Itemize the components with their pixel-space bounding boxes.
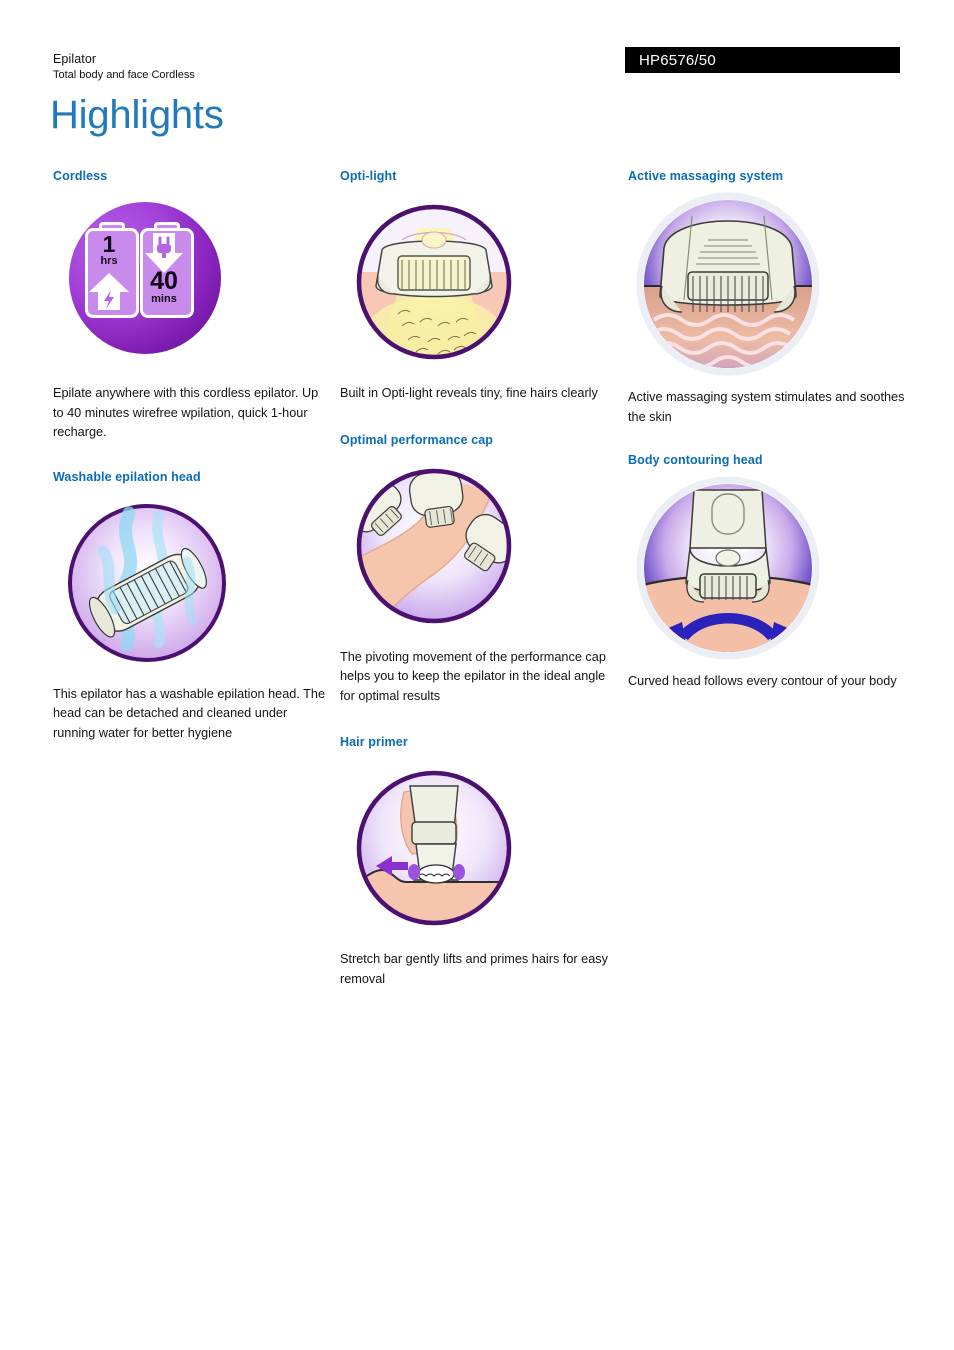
product-category: Epilator xyxy=(53,52,97,66)
product-subtitle: Total body and face Cordless xyxy=(53,69,195,81)
page-title: Highlights xyxy=(50,93,224,137)
charge-unit: hrs xyxy=(100,255,118,267)
section-heading: Active massaging system xyxy=(628,169,784,183)
section-body: The pivoting movement of the performance… xyxy=(340,649,606,703)
section-active-massaging-system: Active massaging system Active massaging… xyxy=(628,168,910,427)
performance-cap-art xyxy=(356,468,512,623)
section-opti-light: Opti-light Built in Opti-light reveals t… xyxy=(340,168,618,404)
section-body: This epilator has a washable epilation h… xyxy=(53,686,326,740)
pivoting-cap-on-leg-icon xyxy=(342,454,526,638)
section-washable-epilation-head: Washable epilation head This epilator ha… xyxy=(53,469,331,744)
massaging-waves-on-skin-icon xyxy=(630,190,830,378)
section-heading: Hair primer xyxy=(340,735,408,749)
contouring-head-arrow-icon xyxy=(630,474,830,662)
section-body: Epilate anywhere with this cordless epil… xyxy=(53,386,319,439)
cordless-battery-icon: 1 hrs 40 mins xyxy=(55,190,239,374)
header-left: Epilator Total body and face Cordless xyxy=(53,52,195,82)
section-heading: Optimal performance cap xyxy=(340,432,494,447)
runtime-unit: mins xyxy=(151,293,177,305)
massaging-art xyxy=(636,192,820,376)
product-code: HP6576/50 xyxy=(639,51,716,69)
section-heading: Body contouring head xyxy=(628,453,763,467)
section-body: Active massaging system stimulates and s… xyxy=(628,390,905,424)
epilation-head-under-water-icon xyxy=(55,491,239,675)
product-code-bar: HP6576/50 xyxy=(625,47,900,73)
section-body: Stretch bar gently lifts and primes hair… xyxy=(340,952,608,986)
contouring-art xyxy=(636,476,820,660)
section-body-contouring-head: Body contouring head Curved head follows… xyxy=(628,452,910,692)
stretch-bar-on-skin-icon xyxy=(342,756,526,940)
hair-primer-art xyxy=(356,770,512,926)
runtime-value: 40 xyxy=(150,267,178,295)
opti-light-beam-on-skin-icon xyxy=(342,190,526,374)
washable-head-art xyxy=(68,503,226,662)
datasheet-page: Epilator Total body and face Cordless HP… xyxy=(0,0,954,1350)
opti-light-art xyxy=(356,204,512,360)
column-3: Active massaging system Active massaging… xyxy=(628,168,910,692)
section-heading: Opti-light xyxy=(340,169,397,183)
column-1: Cordless 1 hrs 40 mins Epilate anywhere … xyxy=(53,168,331,743)
section-body: Built in Opti-light reveals tiny, fine h… xyxy=(340,386,598,400)
section-optimal-performance-cap: Optimal performance cap The pivoting mov… xyxy=(340,432,618,707)
column-2: Opti-light Built in Opti-light reveals t… xyxy=(340,168,618,989)
section-cordless: Cordless 1 hrs 40 mins Epilate anywhere … xyxy=(53,168,331,443)
charge-value: 1 xyxy=(102,231,116,257)
charge-arrow-bolt-icon xyxy=(89,273,129,310)
section-heading: Cordless xyxy=(53,169,108,183)
section-hair-primer: Hair primer Stretch bar gently lifts and… xyxy=(340,734,618,989)
section-heading: Washable epilation head xyxy=(53,469,201,484)
section-body: Curved head follows every contour of you… xyxy=(628,674,897,688)
